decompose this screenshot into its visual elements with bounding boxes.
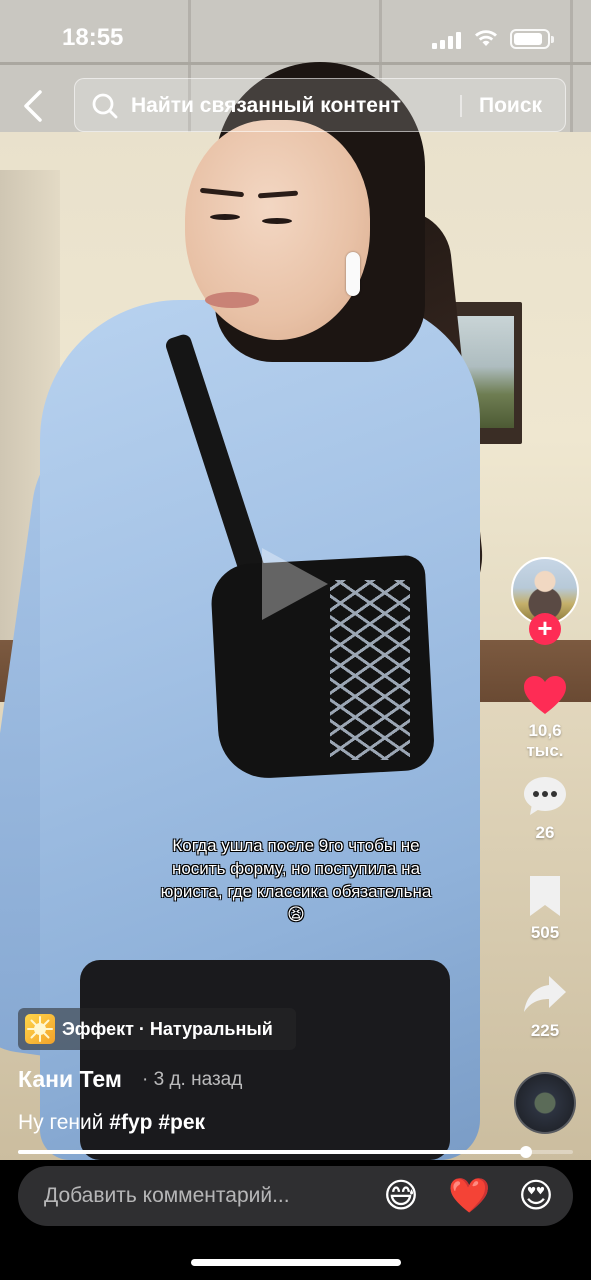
status-time: 18:55	[62, 24, 124, 51]
quick-emoji-heart-eyes[interactable]: 😍	[515, 1175, 557, 1217]
person-face	[185, 120, 370, 340]
video-progress-fill	[18, 1150, 526, 1154]
comment-bar[interactable]: Добавить комментарий... 😅 ❤️ 😍	[18, 1166, 573, 1226]
video-player[interactable]	[0, 0, 591, 1160]
sound-disc-icon[interactable]	[514, 1072, 576, 1134]
post-description: Ну гений #fyp #рек	[18, 1111, 205, 1135]
home-indicator	[191, 1259, 401, 1266]
follow-button[interactable]: +	[529, 613, 561, 645]
quick-emoji-sweat-smile[interactable]: 😅	[380, 1175, 422, 1217]
hashtag-link[interactable]: #fyp	[109, 1111, 152, 1134]
play-icon[interactable]	[262, 548, 328, 620]
wifi-icon	[475, 30, 497, 46]
comment-button[interactable]: 26	[510, 774, 580, 843]
comment-input[interactable]: Добавить комментарий...	[44, 1184, 290, 1208]
search-icon	[92, 93, 118, 119]
like-count: 10,6 тыс.	[526, 721, 564, 760]
comment-count: 26	[535, 823, 555, 842]
hashtag-link[interactable]: #рек	[158, 1111, 205, 1134]
search-placeholder: Найти связанный контент	[131, 94, 401, 117]
like-button[interactable]: 10,6 тыс.	[510, 674, 580, 761]
comment-bubble-icon	[524, 777, 566, 815]
search-input[interactable]: Найти связанный контент Поиск	[74, 78, 566, 132]
person-lips	[205, 292, 259, 308]
battery-icon	[510, 29, 554, 49]
share-arrow-icon	[524, 976, 566, 1012]
author-name[interactable]: Кани Тем	[18, 1066, 122, 1093]
corset-lacing	[330, 580, 410, 760]
search-button[interactable]: Поиск	[479, 94, 542, 118]
search-divider	[460, 95, 462, 117]
description-text: Ну гений	[18, 1111, 104, 1134]
share-count: 225	[530, 1021, 560, 1040]
share-button[interactable]: 225	[510, 972, 580, 1041]
save-button[interactable]: 505	[510, 874, 580, 943]
heart-icon	[524, 676, 566, 714]
person-eye-right	[262, 218, 292, 224]
effect-sparkle-icon	[25, 1014, 55, 1044]
video-progress-handle[interactable]	[520, 1146, 532, 1158]
video-text-overlay: Когда ушла после 9го чтобы не носить фор…	[160, 836, 432, 924]
cellular-signal-icon	[432, 31, 462, 49]
person-eye-left	[210, 214, 240, 220]
save-count: 505	[530, 923, 560, 942]
video-progress-bar[interactable]	[18, 1146, 573, 1158]
effect-label: Эффект · Натуральный	[62, 1019, 273, 1039]
post-time-ago: · 3 д. назад	[142, 1069, 243, 1090]
back-chevron-icon[interactable]	[14, 84, 54, 128]
effect-chip[interactable]: Эффект · Натуральный	[18, 1008, 296, 1050]
quick-emoji-heart[interactable]: ❤️	[448, 1175, 490, 1217]
earbud	[346, 252, 360, 296]
bookmark-icon	[530, 876, 560, 916]
